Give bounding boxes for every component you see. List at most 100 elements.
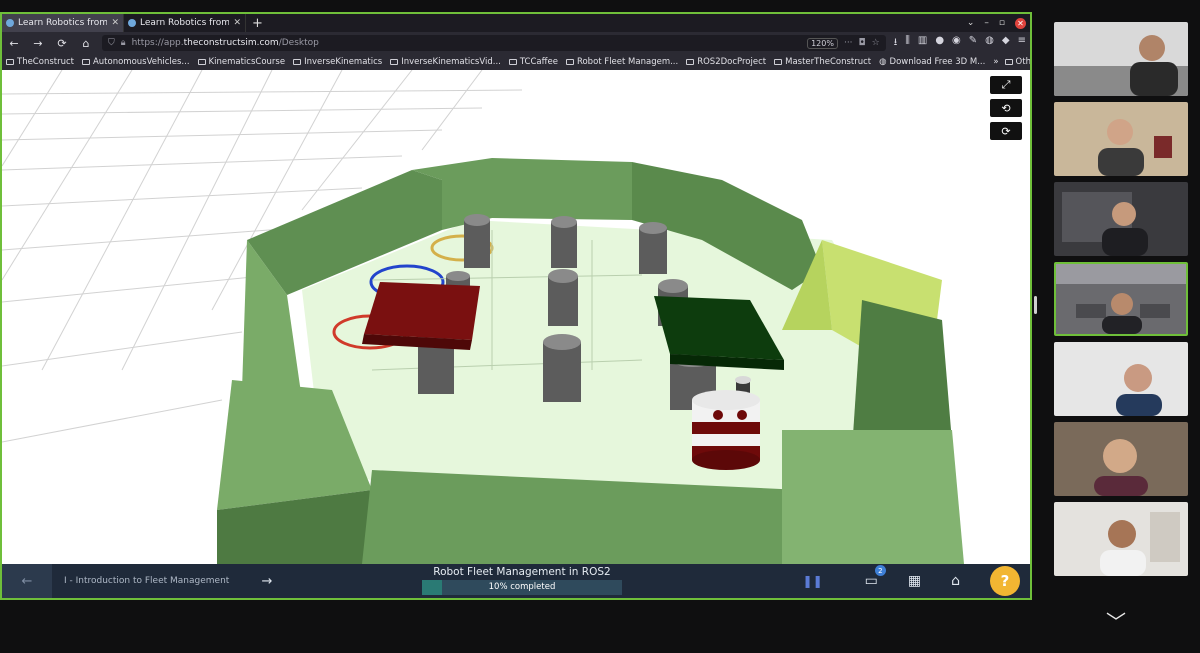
extension-icon[interactable]: ◉: [952, 35, 961, 52]
library-icon[interactable]: ⫼: [905, 35, 910, 52]
pocket-icon[interactable]: ◘: [859, 38, 866, 48]
participant-video[interactable]: [1054, 422, 1188, 496]
reload-icon[interactable]: ⟳: [54, 37, 70, 50]
course-progress-panel: Robot Fleet Management in ROS2 10% compl…: [422, 566, 622, 595]
participant-3-image: [1054, 182, 1188, 256]
participant-video[interactable]: [1054, 342, 1188, 416]
pause-icon[interactable]: ❚❚: [803, 574, 823, 588]
folder-icon: [293, 59, 302, 65]
participant-video-active[interactable]: [1054, 262, 1188, 336]
new-tab-button[interactable]: +: [246, 16, 269, 31]
forward-arrow-icon[interactable]: →: [30, 37, 46, 50]
home-icon[interactable]: ⌂: [78, 37, 94, 50]
participant-4-image: [1056, 264, 1186, 334]
refresh-icon: ⟳: [1001, 124, 1011, 138]
folder-icon: [81, 59, 90, 65]
progress-text: 10% completed: [488, 582, 556, 592]
extension-icon[interactable]: ✎: [969, 35, 977, 52]
other-bookmarks[interactable]: Other Bookmarks: [1004, 57, 1030, 67]
bookmarks-bar: TheConstruct AutonomousVehicles... Kinem…: [2, 54, 1030, 70]
participant-video[interactable]: [1054, 182, 1188, 256]
chevron-down-icon[interactable]: ⌄: [967, 18, 975, 28]
zoom-level[interactable]: 120%: [807, 37, 838, 49]
course-toolbar: ❚❚ ▭ 2 ▦ ⌂ ?: [803, 564, 1020, 598]
tab-close-icon[interactable]: ✕: [233, 18, 241, 28]
lesson-title[interactable]: I - Introduction to Fleet Management: [52, 576, 252, 586]
window-controls: ⌄ – ▫ ✕: [967, 17, 1030, 29]
gazebo-scene[interactable]: [2, 70, 1030, 564]
simulation-viewport[interactable]: ⤢ ⟲ ⟳: [2, 70, 1030, 564]
dashboard-icon[interactable]: ▦: [908, 573, 921, 589]
reset-view-icon: ⟲: [1001, 101, 1011, 115]
close-window-icon[interactable]: ✕: [1015, 17, 1026, 29]
participant-6-image: [1054, 422, 1188, 496]
browser-nav-bar: ← → ⟳ ⌂ ⛉ 🔒︎ https://app.theconstructsim…: [2, 32, 1030, 54]
browser-tab-1[interactable]: Learn Robotics from Zer ✕: [2, 14, 124, 32]
folder-icon: [197, 59, 206, 65]
shared-screen: Learn Robotics from Zer ✕ Learn Robotics…: [0, 12, 1032, 600]
folder-icon: [565, 59, 574, 65]
course-navigation-bar: ← I - Introduction to Fleet Management →…: [2, 564, 1030, 598]
bookmark-item[interactable]: KinematicsCourse: [197, 57, 285, 67]
participant-video[interactable]: [1054, 102, 1188, 176]
more-icon[interactable]: ···: [844, 38, 853, 48]
menu-icon[interactable]: ≡: [1018, 35, 1026, 52]
bookmark-item[interactable]: InverseKinematicsVid...: [390, 57, 501, 67]
participant-video[interactable]: [1054, 502, 1188, 576]
bookmark-item[interactable]: AutonomousVehicles...: [81, 57, 190, 67]
arrow-left-icon: ←: [21, 573, 33, 589]
url-bar[interactable]: ⛉ 🔒︎ https://app.theconstructsim.com/Des…: [102, 35, 886, 51]
sidebar-icon[interactable]: ▥: [918, 35, 927, 52]
bookmark-item[interactable]: InverseKinematics: [293, 57, 382, 67]
home-icon[interactable]: ⌂: [951, 573, 960, 589]
more-bookmarks-icon[interactable]: »: [993, 57, 998, 67]
extension-icon[interactable]: ◍: [985, 35, 994, 52]
folder-icon: [774, 59, 783, 65]
chevron-down-icon[interactable]: ﹀: [1106, 606, 1126, 635]
back-arrow-icon[interactable]: ←: [6, 37, 22, 50]
notification-badge: 2: [874, 565, 886, 576]
help-button[interactable]: ?: [990, 566, 1020, 596]
course-title: Robot Fleet Management in ROS2: [433, 566, 611, 578]
bookmark-item[interactable]: Robot Fleet Managem...: [565, 57, 678, 67]
arrow-right-icon: →: [261, 573, 273, 589]
favicon-icon: [128, 19, 136, 27]
next-lesson-button[interactable]: →: [252, 574, 282, 589]
globe-icon: ◍: [879, 57, 887, 67]
red-table: [364, 282, 480, 340]
bookmark-item[interactable]: TheConstruct: [6, 57, 74, 67]
folder-icon: [686, 59, 695, 65]
participant-2-image: [1054, 102, 1188, 176]
participant-7-image: [1054, 502, 1188, 576]
tab-close-icon[interactable]: ✕: [111, 18, 119, 28]
bookmark-item[interactable]: TCCaffee: [508, 57, 558, 67]
participants-panel: [1054, 22, 1190, 582]
download-icon[interactable]: ⭳: [894, 35, 898, 52]
shield-icon: ⛉: [108, 38, 115, 48]
participant-video[interactable]: [1054, 22, 1188, 96]
favicon-icon: [6, 19, 14, 27]
previous-lesson-button[interactable]: ←: [2, 564, 52, 598]
minimize-icon[interactable]: –: [984, 18, 989, 28]
meeting-screen: Learn Robotics from Zer ✕ Learn Robotics…: [0, 0, 1200, 653]
fullscreen-button[interactable]: ⤢: [990, 76, 1022, 94]
toolbar-icons: ⭳ ⫼ ▥ ● ◉ ✎ ◍ ◆ ≡: [894, 35, 1026, 52]
screen-icon[interactable]: ▭ 2: [865, 565, 886, 589]
maximize-icon[interactable]: ▫: [999, 18, 1005, 28]
folder-icon: [508, 59, 517, 65]
refresh-button[interactable]: ⟳: [990, 122, 1022, 140]
tab-title: Learn Robotics from Zer: [140, 18, 230, 28]
url-text: https://app.theconstructsim.com/Desktop: [131, 38, 319, 48]
extension-icon[interactable]: ◆: [1002, 35, 1010, 52]
resize-handle[interactable]: [1034, 296, 1037, 314]
extension-icon[interactable]: ●: [935, 35, 944, 52]
bookmark-item[interactable]: ROS2DocProject: [686, 57, 766, 67]
tab-title: Learn Robotics from Zer: [18, 18, 108, 28]
bookmark-item[interactable]: ◍ Download Free 3D M...: [879, 57, 985, 67]
browser-tab-2[interactable]: Learn Robotics from Zer ✕: [124, 14, 246, 32]
folder-icon: [6, 59, 14, 65]
bookmark-item[interactable]: MasterTheConstruct: [774, 57, 871, 67]
lock-icon: 🔒︎: [120, 38, 126, 48]
reset-view-button[interactable]: ⟲: [990, 99, 1022, 117]
star-icon[interactable]: ☆: [872, 38, 880, 48]
